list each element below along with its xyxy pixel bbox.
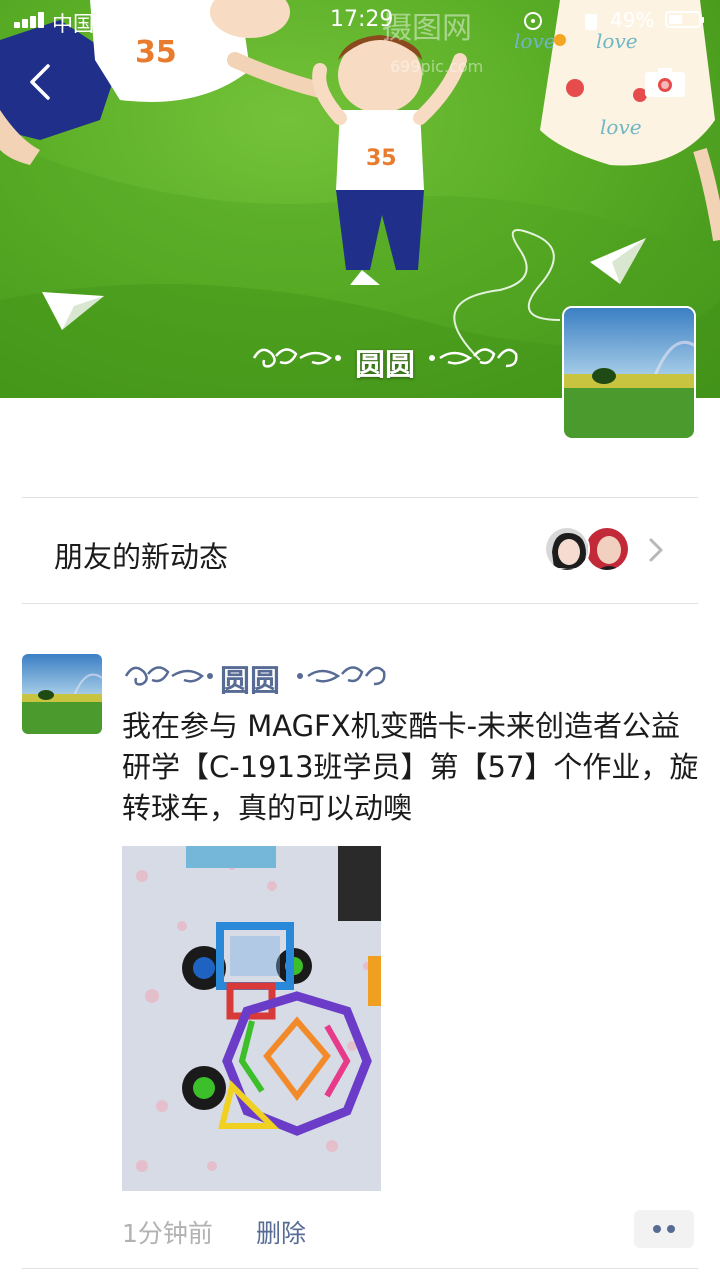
post-timestamp: 1分钟前 (122, 1219, 213, 1248)
landscape-avatar-image (564, 308, 694, 438)
carrier-label: 中国 (52, 12, 94, 36)
status-time: 17:29 (330, 7, 394, 32)
signal-icon (14, 12, 48, 28)
battery-percent: 49% (610, 8, 655, 32)
post-author-name[interactable]: 圆圆 (122, 652, 392, 700)
cover-dress-text-3: love (600, 115, 642, 139)
back-arrow-icon[interactable] (24, 60, 58, 104)
cover-shirt-number-child: 35 (366, 146, 397, 171)
battery-icon (665, 11, 704, 28)
friends-updates-label: 朋友的新动态 (54, 540, 229, 574)
post-author-avatar[interactable] (22, 654, 102, 734)
friend-avatar (544, 526, 590, 572)
divider (22, 603, 698, 604)
ornament-left-icon (124, 666, 213, 686)
friend-avatar (584, 526, 630, 572)
ornament-right-icon (297, 666, 386, 686)
divider (22, 1268, 698, 1269)
post-text: 我在参与 MAGFX机变酷卡-未来创造者公益研学【C-1913班学员】第【57】… (122, 709, 699, 825)
status-icons: 49% (520, 6, 710, 34)
cover-username: 圆圆 (250, 336, 520, 384)
wifi-icon (524, 12, 542, 30)
landscape-avatar-image (22, 654, 102, 734)
profile-avatar[interactable] (562, 306, 696, 440)
status-bar: 中国 17:29 49% (0, 0, 720, 40)
cover-watermark-sub: 699pic.com (390, 57, 483, 76)
friends-updates-row[interactable]: 朋友的新动态 (0, 498, 720, 604)
delete-post-button[interactable]: 删除 (256, 1214, 306, 1250)
ornament-right-icon (429, 348, 518, 368)
alarm-icon (585, 14, 597, 30)
cover-shirt-number-left: 35 (135, 35, 177, 70)
post-author-name-text: 圆圆 (220, 664, 280, 699)
camera-icon[interactable] (644, 68, 686, 98)
post-photo[interactable] (122, 846, 381, 1191)
chevron-right-icon (649, 538, 663, 562)
toy-car-photo (122, 846, 381, 1191)
more-dots-icon[interactable] (634, 1210, 694, 1248)
